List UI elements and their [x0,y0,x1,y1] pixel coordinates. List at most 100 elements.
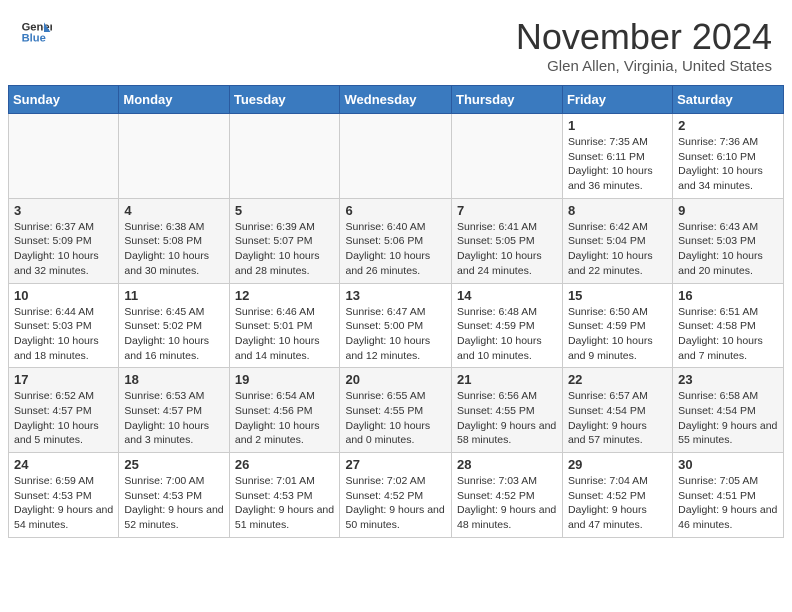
day-number: 14 [457,288,557,303]
calendar-cell: 17 Sunrise: 6:52 AM Sunset: 4:57 PM Dayli… [9,368,119,453]
calendar-cell: 28Sunrise: 7:03 AM Sunset: 4:52 PM Dayli… [452,453,563,538]
calendar-cell [340,114,452,199]
day-number: 21 [457,372,557,387]
day-number: 24 [14,457,113,472]
day-info: Sunrise: 6:54 AM Sunset: 4:56 PM Dayligh… [235,389,335,448]
day-number: 30 [678,457,778,472]
calendar-cell: 7 Sunrise: 6:41 AM Sunset: 5:05 PM Daylig… [452,198,563,283]
day-info: Sunrise: 6:55 AM Sunset: 4:55 PM Dayligh… [345,389,446,448]
month-title: November 2024 [516,16,772,58]
day-number: 22 [568,372,667,387]
calendar-cell: 12Sunrise: 6:46 AM Sunset: 5:01 PM Dayli… [229,283,340,368]
calendar-cell: 8Sunrise: 6:42 AM Sunset: 5:04 PM Daylig… [562,198,672,283]
calendar-week-row: 24 Sunrise: 6:59 AM Sunset: 4:53 PM Dayli… [9,453,784,538]
calendar-cell: 22 Sunrise: 6:57 AM Sunset: 4:54 PM Dayli… [562,368,672,453]
day-number: 10 [14,288,113,303]
logo-icon: General Blue [20,16,52,48]
calendar-cell: 19 Sunrise: 6:54 AM Sunset: 4:56 PM Dayli… [229,368,340,453]
day-number: 29 [568,457,667,472]
day-number: 6 [345,203,446,218]
day-info: Sunrise: 7:04 AM Sunset: 4:52 PM Dayligh… [568,474,667,533]
day-info: Sunrise: 6:46 AM Sunset: 5:01 PM Dayligh… [235,305,335,364]
calendar-cell: 23 Sunrise: 6:58 AM Sunset: 4:54 PM Dayli… [673,368,784,453]
calendar-week-row: 17 Sunrise: 6:52 AM Sunset: 4:57 PM Dayli… [9,368,784,453]
day-info: Sunrise: 6:47 AM Sunset: 5:00 PM Dayligh… [345,305,446,364]
day-number: 4 [124,203,223,218]
calendar-header-tuesday: Tuesday [229,86,340,114]
day-info: Sunrise: 7:05 AM Sunset: 4:51 PM Dayligh… [678,474,778,533]
page-header: General Blue November 2024 Glen Allen, V… [0,0,792,85]
day-number: 1 [568,118,667,133]
day-number: 16 [678,288,778,303]
day-info: Sunrise: 6:51 AM Sunset: 4:58 PM Dayligh… [678,305,778,364]
calendar-cell: 29 Sunrise: 7:04 AM Sunset: 4:52 PM Dayli… [562,453,672,538]
calendar-cell: 1 Sunrise: 7:35 AM Sunset: 6:11 PM Daylig… [562,114,672,199]
calendar-cell: 6 Sunrise: 6:40 AM Sunset: 5:06 PM Daylig… [340,198,452,283]
day-number: 18 [124,372,223,387]
day-info: Sunrise: 6:38 AM Sunset: 5:08 PM Dayligh… [124,220,223,279]
day-info: Sunrise: 6:48 AM Sunset: 4:59 PM Dayligh… [457,305,557,364]
day-info: Sunrise: 7:02 AM Sunset: 4:52 PM Dayligh… [345,474,446,533]
day-info: Sunrise: 7:00 AM Sunset: 4:53 PM Dayligh… [124,474,223,533]
calendar-cell: 21 Sunrise: 6:56 AM Sunset: 4:55 PM Dayli… [452,368,563,453]
day-info: Sunrise: 6:56 AM Sunset: 4:55 PM Dayligh… [457,389,557,448]
day-number: 17 [14,372,113,387]
day-info: Sunrise: 7:35 AM Sunset: 6:11 PM Dayligh… [568,135,667,194]
svg-text:Blue: Blue [22,33,46,45]
day-number: 2 [678,118,778,133]
day-info: Sunrise: 7:36 AM Sunset: 6:10 PM Dayligh… [678,135,778,194]
calendar-cell: 9Sunrise: 6:43 AM Sunset: 5:03 PM Daylig… [673,198,784,283]
day-number: 28 [457,457,557,472]
day-info: Sunrise: 6:52 AM Sunset: 4:57 PM Dayligh… [14,389,113,448]
day-number: 13 [345,288,446,303]
calendar-week-row: 3 Sunrise: 6:37 AM Sunset: 5:09 PM Daylig… [9,198,784,283]
logo: General Blue [20,16,52,48]
day-number: 27 [345,457,446,472]
calendar-cell: 27 Sunrise: 7:02 AM Sunset: 4:52 PM Dayli… [340,453,452,538]
day-info: Sunrise: 6:59 AM Sunset: 4:53 PM Dayligh… [14,474,113,533]
title-section: November 2024 Glen Allen, Virginia, Unit… [516,16,772,75]
day-info: Sunrise: 6:41 AM Sunset: 5:05 PM Dayligh… [457,220,557,279]
day-number: 8 [568,203,667,218]
calendar-header-monday: Monday [119,86,229,114]
calendar-cell: 14 Sunrise: 6:48 AM Sunset: 4:59 PM Dayli… [452,283,563,368]
calendar-table: SundayMondayTuesdayWednesdayThursdayFrid… [8,85,784,538]
calendar-week-row: 10 Sunrise: 6:44 AM Sunset: 5:03 PM Dayli… [9,283,784,368]
day-number: 5 [235,203,335,218]
calendar-cell: 25Sunrise: 7:00 AM Sunset: 4:53 PM Dayli… [119,453,229,538]
calendar-header-saturday: Saturday [673,86,784,114]
calendar-cell [9,114,119,199]
day-number: 3 [14,203,113,218]
calendar-header-thursday: Thursday [452,86,563,114]
calendar-cell: 2 Sunrise: 7:36 AM Sunset: 6:10 PM Daylig… [673,114,784,199]
day-info: Sunrise: 6:37 AM Sunset: 5:09 PM Dayligh… [14,220,113,279]
calendar-cell: 18 Sunrise: 6:53 AM Sunset: 4:57 PM Dayli… [119,368,229,453]
calendar-header-sunday: Sunday [9,86,119,114]
day-number: 19 [235,372,335,387]
day-info: Sunrise: 6:57 AM Sunset: 4:54 PM Dayligh… [568,389,667,448]
day-info: Sunrise: 6:53 AM Sunset: 4:57 PM Dayligh… [124,389,223,448]
calendar-cell: 20Sunrise: 6:55 AM Sunset: 4:55 PM Dayli… [340,368,452,453]
day-info: Sunrise: 6:39 AM Sunset: 5:07 PM Dayligh… [235,220,335,279]
day-number: 26 [235,457,335,472]
day-info: Sunrise: 6:40 AM Sunset: 5:06 PM Dayligh… [345,220,446,279]
calendar-cell: 16 Sunrise: 6:51 AM Sunset: 4:58 PM Dayli… [673,283,784,368]
calendar-header-friday: Friday [562,86,672,114]
day-info: Sunrise: 6:45 AM Sunset: 5:02 PM Dayligh… [124,305,223,364]
calendar-cell [452,114,563,199]
calendar-header-row: SundayMondayTuesdayWednesdayThursdayFrid… [9,86,784,114]
calendar-cell: 3 Sunrise: 6:37 AM Sunset: 5:09 PM Daylig… [9,198,119,283]
day-number: 23 [678,372,778,387]
day-info: Sunrise: 7:01 AM Sunset: 4:53 PM Dayligh… [235,474,335,533]
day-info: Sunrise: 6:44 AM Sunset: 5:03 PM Dayligh… [14,305,113,364]
day-number: 15 [568,288,667,303]
calendar-cell: 30 Sunrise: 7:05 AM Sunset: 4:51 PM Dayli… [673,453,784,538]
day-number: 7 [457,203,557,218]
day-number: 11 [124,288,223,303]
calendar-cell: 4 Sunrise: 6:38 AM Sunset: 5:08 PM Daylig… [119,198,229,283]
calendar-cell: 26 Sunrise: 7:01 AM Sunset: 4:53 PM Dayli… [229,453,340,538]
calendar-cell: 11 Sunrise: 6:45 AM Sunset: 5:02 PM Dayli… [119,283,229,368]
location: Glen Allen, Virginia, United States [516,58,772,75]
day-info: Sunrise: 6:58 AM Sunset: 4:54 PM Dayligh… [678,389,778,448]
calendar-cell [229,114,340,199]
